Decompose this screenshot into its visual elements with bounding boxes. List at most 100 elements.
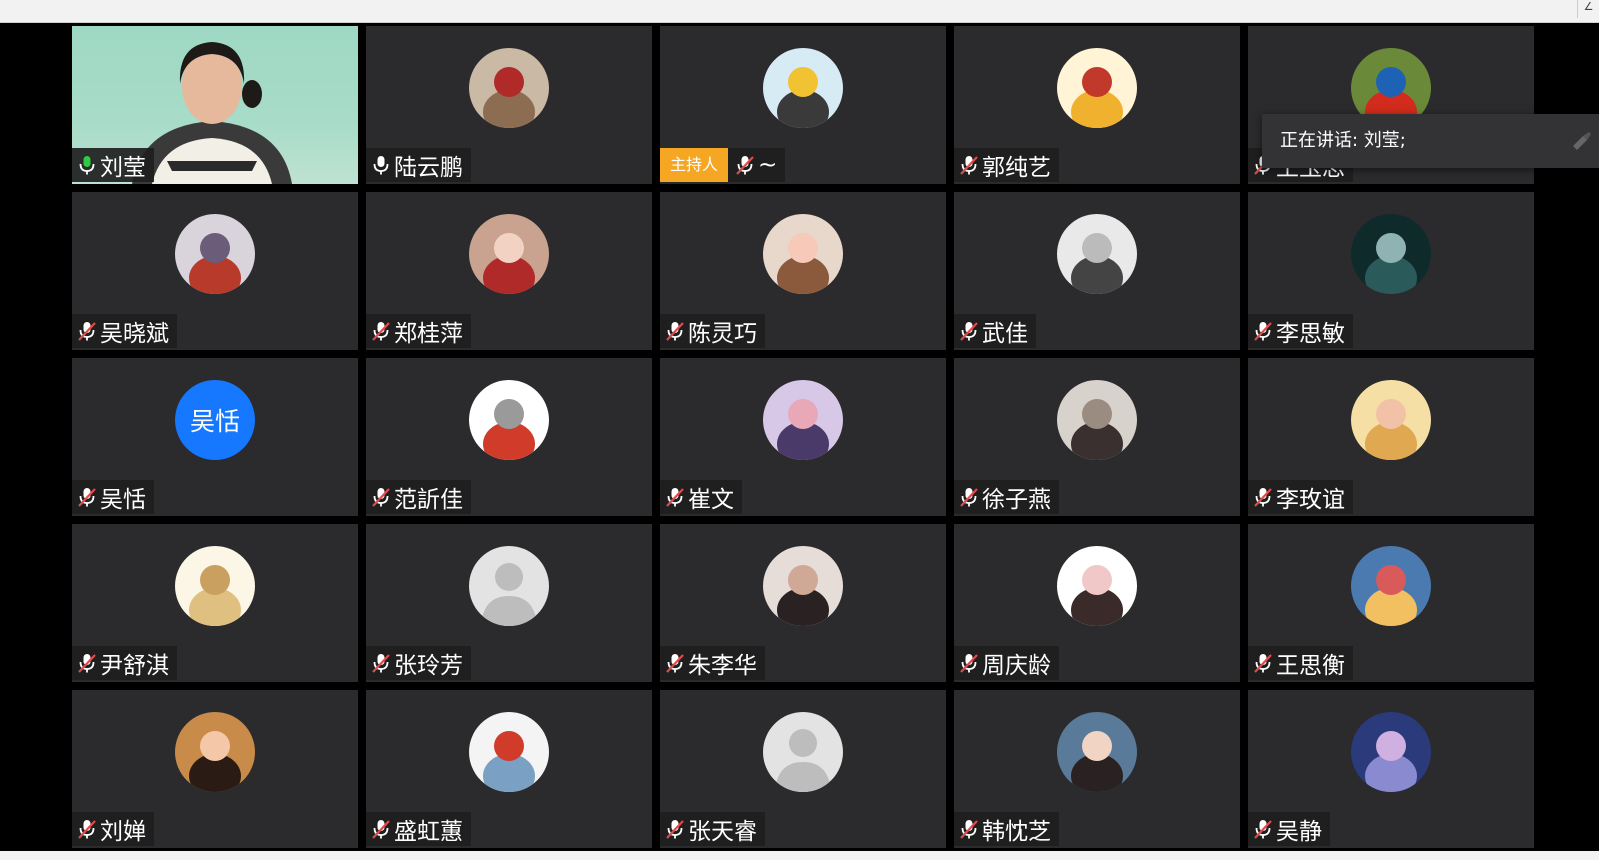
participant-name: 崔文 — [688, 487, 734, 513]
participant-name-bar: 吴静 — [1248, 812, 1330, 846]
mic-muted-icon — [1254, 322, 1272, 341]
participant-tile[interactable]: 盛虹蕙 — [366, 690, 652, 848]
participant-name: 王思衡 — [1276, 653, 1345, 679]
mic-muted-icon — [372, 654, 390, 673]
participant-name-bar: 张玲芳 — [366, 646, 471, 680]
mic-muted-icon — [960, 488, 978, 507]
participant-name-bar: 李玫谊 — [1248, 480, 1353, 514]
mic-muted-icon — [1254, 820, 1272, 839]
participant-name: 陈灵巧 — [688, 321, 757, 347]
participant-tile[interactable]: 吴恬 吴恬 — [72, 358, 358, 516]
participant-tile[interactable]: 王思衡 — [1248, 524, 1534, 682]
participant-tile[interactable]: 郭纯艺 — [954, 26, 1240, 184]
avatar-photo — [763, 380, 843, 460]
speaking-indicator-toast: 正在讲话: 刘莹; — [1262, 114, 1599, 168]
participant-name: 张天睿 — [688, 819, 757, 845]
participant-tile[interactable]: 陆云鹏 — [366, 26, 652, 184]
participant-name: 刘莹 — [100, 155, 146, 181]
participant-tile[interactable]: 范訢佳 — [366, 358, 652, 516]
speaking-indicator-text: 正在讲话: 刘莹; — [1280, 130, 1406, 151]
participant-name-bar: 吴恬 — [72, 480, 154, 514]
participant-name-bar: 陆云鹏 — [366, 148, 471, 182]
mic-muted-icon — [666, 488, 684, 507]
window-top-bar: ∠ — [0, 0, 1599, 23]
participant-avatar: 吴恬 — [175, 380, 255, 460]
mic-muted-icon — [666, 654, 684, 673]
mic-muted-icon — [960, 654, 978, 673]
participant-name-bar: 李思敏 — [1248, 314, 1353, 348]
resize-corner-icon[interactable]: ∠ — [1577, 0, 1599, 18]
avatar-photo — [763, 546, 843, 626]
avatar-photo — [763, 48, 843, 128]
participant-name: ~ — [758, 152, 778, 178]
mic-muted-icon — [736, 156, 754, 175]
participant-name-bar: 尹舒淇 — [72, 646, 177, 680]
mic-muted-icon — [960, 322, 978, 341]
participant-tile[interactable]: 刘莹 — [72, 26, 358, 184]
avatar-photo — [1351, 380, 1431, 460]
avatar-photo — [175, 214, 255, 294]
participant-name-bar: 周庆龄 — [954, 646, 1059, 680]
avatar-photo — [175, 712, 255, 792]
participant-tile[interactable]: 徐子燕 — [954, 358, 1240, 516]
mic-muted-icon — [1254, 654, 1272, 673]
participant-name-bar: 吴晓斌 — [72, 314, 177, 348]
pin-icon[interactable] — [1567, 128, 1593, 154]
mic-muted-icon — [666, 322, 684, 341]
participant-name: 朱李华 — [688, 653, 757, 679]
participant-name: 刘婵 — [100, 819, 146, 845]
participant-tile[interactable]: 朱李华 — [660, 524, 946, 682]
participant-name-bar: 徐子燕 — [954, 480, 1059, 514]
participant-name: 徐子燕 — [982, 487, 1051, 513]
participant-name: 陆云鹏 — [394, 155, 463, 181]
participant-tile[interactable]: 韩忱芝 — [954, 690, 1240, 848]
avatar-photo — [1057, 546, 1137, 626]
mic-muted-icon — [78, 488, 96, 507]
participant-name-bar: 刘莹 — [72, 148, 154, 182]
participant-name: 范訢佳 — [394, 487, 463, 513]
participant-tile[interactable]: 吴晓斌 — [72, 192, 358, 350]
mic-icon — [79, 156, 95, 175]
participant-tile[interactable]: 陈灵巧 — [660, 192, 946, 350]
mic-muted-icon — [372, 488, 390, 507]
participant-tile[interactable]: 李思敏 — [1248, 192, 1534, 350]
participant-tile[interactable]: 崔文 — [660, 358, 946, 516]
avatar-photo — [1057, 48, 1137, 128]
participant-name: 吴晓斌 — [100, 321, 169, 347]
participant-tile[interactable]: 吴静 — [1248, 690, 1534, 848]
avatar-photo — [469, 214, 549, 294]
avatar-photo — [175, 546, 255, 626]
mic-muted-icon — [1254, 488, 1272, 507]
participant-name-bar: 盛虹蕙 — [366, 812, 471, 846]
mic-muted-icon — [372, 322, 390, 341]
participant-tile[interactable]: 张玲芳 — [366, 524, 652, 682]
participant-name-bar: 主持人 ~ — [660, 148, 786, 182]
avatar-photo — [1057, 712, 1137, 792]
participant-name: 尹舒淇 — [100, 653, 169, 679]
participant-name-bar: 刘婵 — [72, 812, 154, 846]
participant-name: 吴恬 — [100, 487, 146, 513]
avatar-photo — [469, 380, 549, 460]
avatar-photo — [1057, 380, 1137, 460]
participant-tile[interactable]: 主持人 ~ — [660, 26, 946, 184]
mic-muted-icon — [960, 820, 978, 839]
participant-tile[interactable]: 武佳 — [954, 192, 1240, 350]
participant-tile[interactable]: 周庆龄 — [954, 524, 1240, 682]
avatar-initials: 吴恬 — [189, 407, 240, 436]
participant-name: 武佳 — [982, 321, 1028, 347]
avatar-photo — [763, 214, 843, 294]
participant-name-bar: 王思衡 — [1248, 646, 1353, 680]
participant-tile[interactable]: 郑桂萍 — [366, 192, 652, 350]
participant-name-bar: 郭纯艺 — [954, 148, 1059, 182]
participant-name-bar: 范訢佳 — [366, 480, 471, 514]
mic-muted-icon — [960, 156, 978, 175]
participant-tile[interactable]: 张天睿 — [660, 690, 946, 848]
participant-name: 韩忱芝 — [982, 819, 1051, 845]
mic-muted-icon — [372, 820, 390, 839]
participant-tile[interactable]: 李玫谊 — [1248, 358, 1534, 516]
participant-name-bar: 崔文 — [660, 480, 742, 514]
participant-tile[interactable]: 刘婵 — [72, 690, 358, 848]
participant-name: 周庆龄 — [982, 653, 1051, 679]
avatar-photo — [469, 48, 549, 128]
participant-tile[interactable]: 尹舒淇 — [72, 524, 358, 682]
